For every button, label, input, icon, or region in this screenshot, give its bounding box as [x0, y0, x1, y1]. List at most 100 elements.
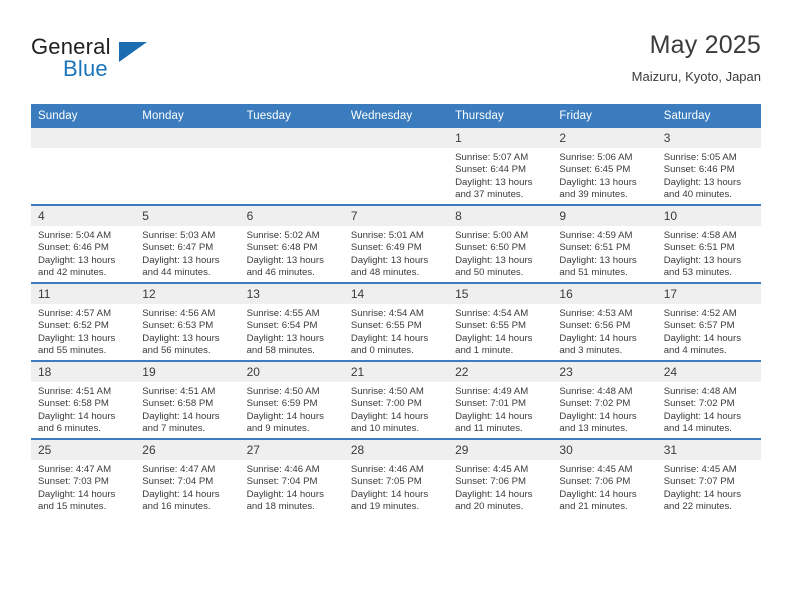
day-number	[135, 128, 240, 148]
daylight-text: Daylight: 14 hours and 19 minutes.	[350, 488, 429, 513]
calendar-day-cell[interactable]: 1 Sunrise: 5:07 AM Sunset: 6:44 PM Daylight…	[448, 128, 553, 205]
calendar-day-cell[interactable]: 3 Sunrise: 5:05 AM Sunset: 6:46 PM Daylight…	[656, 128, 761, 205]
day-sun-info: Sunrise: 4:46 AM Sunset: 7:04 PM Daylight:…	[240, 460, 344, 514]
daylight-text: Daylight: 14 hours and 1 minute.	[455, 332, 533, 357]
sunset-text: Sunset: 7:04 PM	[246, 476, 318, 488]
calendar-day-cell[interactable]: 5 Sunrise: 5:03 AM Sunset: 6:47 PM Daylight…	[135, 204, 240, 283]
sunrise-text: Sunrise: 4:52 AM	[663, 308, 737, 319]
calendar-day-cell[interactable]: 15 Sunrise: 4:54 AM Sunset: 6:55 PM Dayligh…	[448, 282, 553, 361]
daylight-text: Daylight: 13 hours and 55 minutes.	[38, 332, 116, 357]
sunset-text: Sunset: 7:05 PM	[350, 476, 422, 488]
day-sun-info: Sunrise: 4:51 AM Sunset: 6:58 PM Daylight:…	[31, 382, 135, 436]
calendar-day-cell[interactable]: 4 Sunrise: 5:04 AM Sunset: 6:46 PM Daylight…	[31, 204, 136, 283]
day-number: 17	[656, 284, 761, 304]
sunrise-text: Sunrise: 4:48 AM	[559, 386, 633, 397]
sunset-text: Sunset: 6:45 PM	[559, 164, 631, 176]
calendar-day-cell[interactable]: 21 Sunrise: 4:50 AM Sunset: 7:00 PM Dayligh…	[343, 360, 449, 439]
daylight-text: Daylight: 13 hours and 56 minutes.	[142, 332, 220, 357]
day-sun-info: Sunrise: 4:52 AM Sunset: 6:57 PM Daylight:…	[657, 304, 761, 358]
calendar-header-row: Sunday Monday Tuesday Wednesday Thursday…	[31, 104, 761, 128]
day-number: 3	[656, 128, 761, 148]
weekday-header-sunday: Sunday	[31, 104, 136, 128]
weekday-header-friday: Friday	[552, 104, 657, 128]
sunset-text: Sunset: 6:51 PM	[663, 242, 735, 254]
calendar-day-cell[interactable]: 8 Sunrise: 5:00 AM Sunset: 6:50 PM Daylight…	[448, 204, 553, 283]
calendar-day-cell[interactable]: 2 Sunrise: 5:06 AM Sunset: 6:45 PM Daylight…	[552, 128, 657, 205]
calendar-day-cell[interactable]: 24 Sunrise: 4:48 AM Sunset: 7:02 PM Dayligh…	[656, 360, 761, 439]
daylight-text: Daylight: 13 hours and 37 minutes.	[455, 176, 533, 201]
title-block: May 2025 Maizuru, Kyoto, Japan	[632, 30, 761, 85]
sunrise-text: Sunrise: 4:49 AM	[455, 386, 529, 397]
daylight-text: Daylight: 13 hours and 48 minutes.	[350, 254, 429, 279]
daylight-text: Daylight: 14 hours and 6 minutes.	[38, 410, 116, 435]
sunset-text: Sunset: 7:02 PM	[559, 398, 631, 410]
day-number: 6	[239, 206, 344, 226]
calendar-day-cell[interactable]: 6 Sunrise: 5:02 AM Sunset: 6:48 PM Daylight…	[239, 204, 344, 283]
day-number: 4	[31, 206, 136, 226]
sunrise-text: Sunrise: 5:03 AM	[142, 230, 216, 241]
calendar-day-cell[interactable]: 28 Sunrise: 4:46 AM Sunset: 7:05 PM Dayligh…	[343, 438, 449, 516]
day-number: 1	[448, 128, 553, 148]
calendar-day-cell[interactable]: 27 Sunrise: 4:46 AM Sunset: 7:04 PM Dayligh…	[239, 438, 344, 516]
calendar-day-cell[interactable]: 25 Sunrise: 4:47 AM Sunset: 7:03 PM Dayligh…	[31, 438, 136, 516]
sunset-text: Sunset: 7:01 PM	[455, 398, 527, 410]
calendar-day-cell[interactable]: 29 Sunrise: 4:45 AM Sunset: 7:06 PM Dayligh…	[448, 438, 553, 516]
calendar-day-cell[interactable]: 16 Sunrise: 4:53 AM Sunset: 6:56 PM Dayligh…	[552, 282, 657, 361]
calendar-day-cell[interactable]: 30 Sunrise: 4:45 AM Sunset: 7:06 PM Dayligh…	[552, 438, 657, 516]
day-sun-info: Sunrise: 4:50 AM Sunset: 7:00 PM Daylight:…	[344, 382, 448, 436]
day-sun-info: Sunrise: 4:46 AM Sunset: 7:05 PM Daylight:…	[344, 460, 448, 514]
day-sun-info: Sunrise: 4:53 AM Sunset: 6:56 PM Daylight:…	[552, 304, 656, 358]
sunset-text: Sunset: 7:02 PM	[663, 398, 735, 410]
daylight-text: Daylight: 14 hours and 0 minutes.	[350, 332, 429, 357]
calendar-day-cell[interactable]: 9 Sunrise: 4:59 AM Sunset: 6:51 PM Daylight…	[552, 204, 657, 283]
calendar-day-cell[interactable]: 12 Sunrise: 4:56 AM Sunset: 6:53 PM Dayligh…	[135, 282, 240, 361]
calendar-day-cell[interactable]: 17 Sunrise: 4:52 AM Sunset: 6:57 PM Dayligh…	[656, 282, 761, 361]
daylight-text: Daylight: 14 hours and 9 minutes.	[246, 410, 324, 435]
sunrise-text: Sunrise: 4:48 AM	[663, 386, 737, 397]
sunrise-text: Sunrise: 4:54 AM	[350, 308, 424, 319]
sunrise-text: Sunrise: 5:06 AM	[559, 152, 633, 163]
sunset-text: Sunset: 6:56 PM	[559, 320, 631, 332]
day-sun-info: Sunrise: 4:56 AM Sunset: 6:53 PM Daylight:…	[135, 304, 239, 358]
daylight-text: Daylight: 13 hours and 44 minutes.	[142, 254, 220, 279]
calendar-day-cell[interactable]: 10 Sunrise: 4:58 AM Sunset: 6:51 PM Dayligh…	[656, 204, 761, 283]
sunset-text: Sunset: 6:59 PM	[246, 398, 318, 410]
page-title: May 2025	[649, 31, 761, 59]
calendar-week-row: 11 Sunrise: 4:57 AM Sunset: 6:52 PM Dayligh…	[31, 282, 761, 361]
calendar-day-cell[interactable]: 11 Sunrise: 4:57 AM Sunset: 6:52 PM Dayligh…	[31, 282, 136, 361]
calendar-day-cell[interactable]: 31 Sunrise: 4:45 AM Sunset: 7:07 PM Dayligh…	[656, 438, 761, 516]
calendar-day-cell[interactable]: 23 Sunrise: 4:48 AM Sunset: 7:02 PM Dayligh…	[552, 360, 657, 439]
calendar-day-cell[interactable]: 22 Sunrise: 4:49 AM Sunset: 7:01 PM Dayligh…	[448, 360, 553, 439]
day-sun-info: Sunrise: 4:55 AM Sunset: 6:54 PM Daylight:…	[240, 304, 344, 358]
brand-logo[interactable]: General Blue	[31, 34, 191, 82]
calendar-day-cell[interactable]: 7 Sunrise: 5:01 AM Sunset: 6:49 PM Daylight…	[343, 204, 449, 283]
day-number: 23	[552, 362, 657, 382]
brand-triangle-icon	[119, 42, 147, 62]
daylight-text: Daylight: 14 hours and 4 minutes.	[663, 332, 742, 357]
daylight-text: Daylight: 14 hours and 14 minutes.	[663, 410, 742, 435]
day-number: 19	[135, 362, 240, 382]
calendar-day-cell-empty	[343, 128, 449, 205]
calendar-week-row: 18 Sunrise: 4:51 AM Sunset: 6:58 PM Dayligh…	[31, 360, 761, 439]
sunset-text: Sunset: 7:04 PM	[142, 476, 214, 488]
day-number: 21	[343, 362, 449, 382]
calendar-day-cell[interactable]: 13 Sunrise: 4:55 AM Sunset: 6:54 PM Dayligh…	[239, 282, 344, 361]
daylight-text: Daylight: 14 hours and 15 minutes.	[38, 488, 116, 513]
sunrise-text: Sunrise: 4:51 AM	[38, 386, 112, 397]
day-sun-info: Sunrise: 5:06 AM Sunset: 6:45 PM Daylight:…	[552, 148, 656, 202]
calendar-day-cell[interactable]: 26 Sunrise: 4:47 AM Sunset: 7:04 PM Dayligh…	[135, 438, 240, 516]
sunrise-text: Sunrise: 4:54 AM	[455, 308, 529, 319]
calendar-day-cell[interactable]: 19 Sunrise: 4:51 AM Sunset: 6:58 PM Dayligh…	[135, 360, 240, 439]
daylight-text: Daylight: 13 hours and 42 minutes.	[38, 254, 116, 279]
sunrise-text: Sunrise: 4:46 AM	[246, 464, 320, 475]
sunset-text: Sunset: 6:50 PM	[455, 242, 527, 254]
sunset-text: Sunset: 7:00 PM	[350, 398, 422, 410]
calendar-day-cell[interactable]: 20 Sunrise: 4:50 AM Sunset: 6:59 PM Dayligh…	[239, 360, 344, 439]
sunrise-text: Sunrise: 4:45 AM	[559, 464, 633, 475]
day-number: 7	[343, 206, 449, 226]
day-sun-info: Sunrise: 4:54 AM Sunset: 6:55 PM Daylight:…	[344, 304, 448, 358]
calendar-day-cell[interactable]: 18 Sunrise: 4:51 AM Sunset: 6:58 PM Dayligh…	[31, 360, 136, 439]
sunset-text: Sunset: 6:57 PM	[663, 320, 735, 332]
calendar-day-cell[interactable]: 14 Sunrise: 4:54 AM Sunset: 6:55 PM Dayligh…	[343, 282, 449, 361]
day-sun-info: Sunrise: 4:45 AM Sunset: 7:06 PM Daylight:…	[552, 460, 656, 514]
